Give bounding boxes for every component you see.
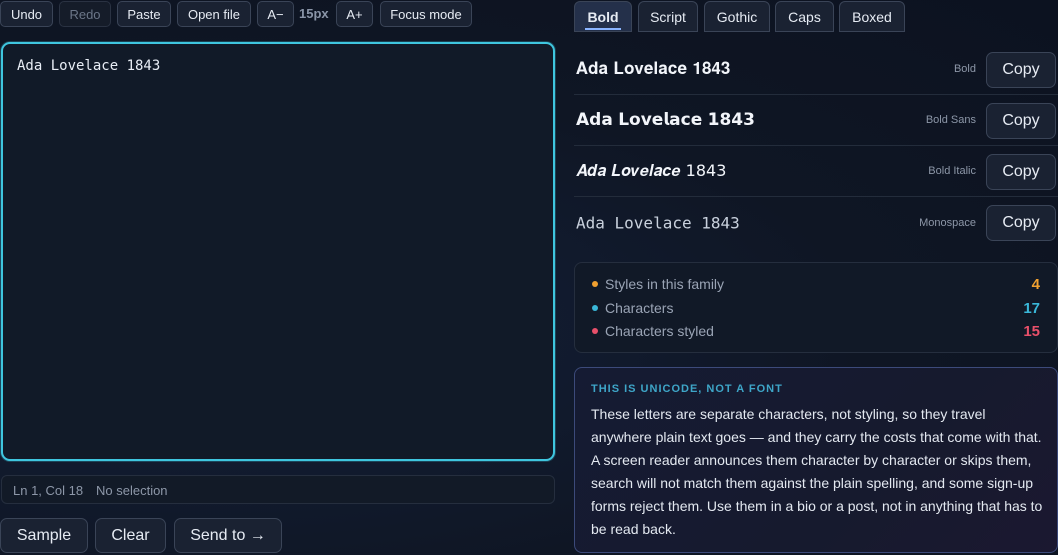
style-row: 𝗔𝗱𝗮 𝗟𝗼𝘃𝗲𝗹𝗮𝗰𝗲 𝟭𝟴𝟰𝟯 Bold Sans Copy [574, 95, 1058, 146]
font-size-readout: 15px [299, 6, 329, 21]
style-row: 𝑨𝒅𝒂 𝑳𝒐𝒗𝒆𝒍𝒂𝒄𝒆 1843 Bold Italic Copy [574, 146, 1058, 197]
dot-icon [592, 305, 598, 311]
font-smaller-button[interactable]: A− [257, 1, 294, 27]
stat-label: Styles in this family [605, 276, 725, 292]
note-body: These letters are separate characters, n… [591, 406, 1043, 537]
copy-button[interactable]: Copy [986, 52, 1056, 88]
tab-caps[interactable]: Caps [775, 1, 834, 32]
note-title: THIS IS UNICODE, NOT A FONT [591, 383, 783, 395]
stat-value: 15 [1023, 323, 1040, 340]
copy-button[interactable]: Copy [986, 205, 1056, 241]
copy-button[interactable]: Copy [986, 154, 1056, 190]
stat-label: Characters [605, 300, 674, 316]
style-sample: 𝙰𝚍𝚊 𝙻𝚘𝚟𝚎𝚕𝚊𝚌𝚎 𝟷𝟾𝟺𝟹 [576, 213, 740, 232]
stat-characters: Characters 17 [575, 299, 1057, 319]
stats-panel: Styles in this family 4 Characters 17 Ch… [574, 262, 1058, 353]
sample-button[interactable]: Sample [0, 518, 88, 553]
clear-button[interactable]: Clear [95, 518, 166, 553]
unicode-note: THIS IS UNICODE, NOT A FONT These letter… [574, 367, 1058, 553]
style-sample: 𝐀𝐝𝐚 𝐋𝐨𝐯𝐞𝐥𝐚𝐜𝐞 𝟏𝟖𝟒𝟑 [576, 59, 731, 79]
focus-mode-button[interactable]: Focus mode [380, 1, 472, 27]
style-row: 𝐀𝐝𝐚 𝐋𝐨𝐯𝐞𝐥𝐚𝐜𝐞 𝟏𝟖𝟒𝟑 Bold Copy [574, 44, 1058, 95]
dot-icon [592, 281, 598, 287]
cursor-position: Ln 1, Col 18 [13, 483, 84, 498]
style-sample: 𝑨𝒅𝒂 𝑳𝒐𝒗𝒆𝒍𝒂𝒄𝒆 1843 [576, 161, 727, 180]
tab-boxed[interactable]: Boxed [839, 1, 905, 32]
stat-value: 4 [1031, 276, 1040, 293]
send-to-button[interactable]: Send to → [174, 518, 282, 553]
redo-button[interactable]: Redo [59, 1, 111, 27]
stat-value: 17 [1023, 300, 1040, 317]
dot-icon [592, 328, 598, 334]
tab-gothic[interactable]: Gothic [704, 1, 770, 32]
style-kind-label: Bold Sans [925, 114, 976, 126]
tab-bold[interactable]: Bold [574, 1, 632, 32]
stat-characters-styled: Characters styled 15 [575, 322, 1057, 342]
style-kind-label: Bold Italic [928, 165, 976, 177]
stat-styles: Styles in this family 4 [575, 275, 1057, 295]
copy-button[interactable]: Copy [986, 103, 1056, 139]
style-sample: 𝗔𝗱𝗮 𝗟𝗼𝘃𝗲𝗹𝗮𝗰𝗲 𝟭𝟴𝟰𝟯 [576, 110, 755, 130]
tab-script[interactable]: Script [638, 1, 698, 32]
style-kind-label: Bold [953, 63, 976, 75]
status-bar: Ln 1, Col 18 No selection [1, 475, 555, 504]
text-editor[interactable]: Ada Lovelace 1843 [1, 42, 555, 461]
style-row: 𝙰𝚍𝚊 𝙻𝚘𝚟𝚎𝚕𝚊𝚌𝚎 𝟷𝟾𝟺𝟹 Monospace Copy [574, 197, 1058, 248]
undo-button[interactable]: Undo [0, 1, 53, 27]
style-kind-label: Monospace [919, 216, 976, 229]
selection-status: No selection [96, 483, 168, 498]
open-file-button[interactable]: Open file [177, 1, 251, 27]
font-larger-button[interactable]: A+ [336, 1, 373, 27]
paste-button[interactable]: Paste [117, 1, 171, 27]
stat-label: Characters styled [605, 323, 714, 339]
editor-text: Ada Lovelace 1843 [17, 58, 161, 74]
